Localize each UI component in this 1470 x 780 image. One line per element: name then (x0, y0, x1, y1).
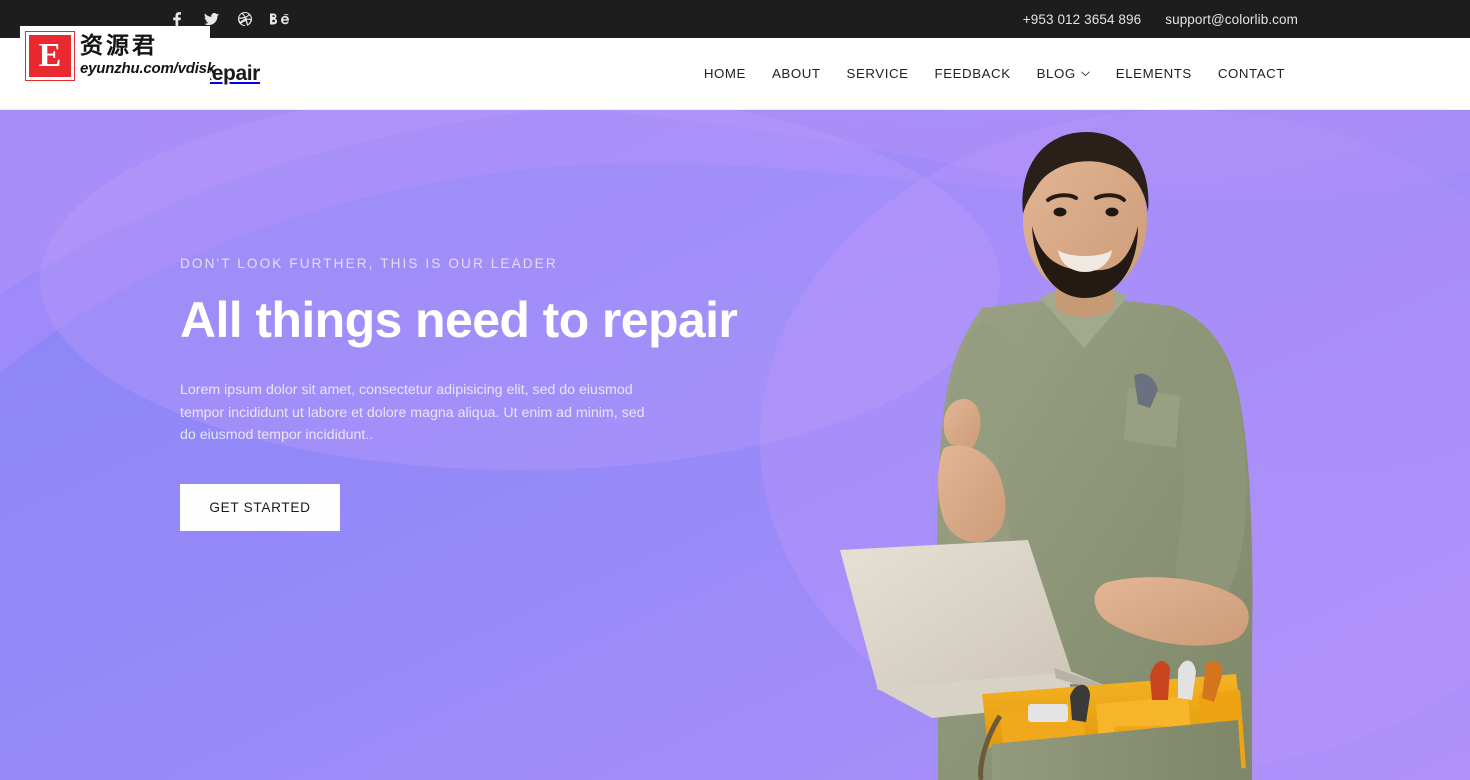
email-address[interactable]: support@colorlib.com (1165, 12, 1298, 27)
nav-label: CONTACT (1217, 66, 1285, 81)
nav-label: ABOUT (771, 66, 821, 81)
phone-number[interactable]: +953 012 3654 896 (1023, 12, 1141, 27)
hero-content: DON'T LOOK FURTHER, THIS IS OUR LEADER A… (0, 110, 1470, 780)
nav-label: ELEMENTS (1115, 66, 1192, 81)
get-started-button[interactable]: GET STARTED (180, 483, 340, 531)
nav-label: BLOG (1036, 66, 1076, 81)
main-navigation: HOME ABOUT SERVICE FEEDBACK BLOG ELEMENT… (691, 56, 1298, 91)
watermark-url: eyunzhu.com/vdisk (80, 60, 215, 77)
nav-item-elements[interactable]: ELEMENTS (1103, 56, 1205, 91)
watermark-title: 资源君 (80, 33, 158, 59)
nav-item-about[interactable]: ABOUT (759, 56, 834, 91)
nav-label: SERVICE (846, 66, 909, 81)
top-bar: +953 012 3654 896 support@colorlib.com (0, 0, 1470, 38)
nav-label: HOME (703, 66, 746, 81)
nav-item-contact[interactable]: CONTACT (1205, 56, 1298, 91)
dribbble-icon[interactable] (228, 2, 262, 36)
topbar-contact-info: +953 012 3654 896 support@colorlib.com (1023, 12, 1298, 27)
nav-label: FEEDBACK (934, 66, 1011, 81)
watermark-badge-letter: E (38, 36, 62, 74)
hero-title: All things need to repair (180, 292, 738, 348)
behance-icon[interactable] (262, 2, 296, 36)
watermark-text-group: 资源君 eyunzhu.com/vdisk (80, 33, 215, 77)
chevron-down-icon (1081, 70, 1090, 77)
hero-eyebrow: DON'T LOOK FURTHER, THIS IS OUR LEADER (180, 256, 558, 271)
site-header: Repair HOME ABOUT SERVICE FEEDBACK BLOG … (0, 38, 1470, 110)
nav-item-feedback[interactable]: FEEDBACK (922, 56, 1024, 91)
watermark-badge-icon: E (25, 30, 75, 81)
nav-item-service[interactable]: SERVICE (834, 56, 922, 91)
watermark-overlay: E 资源君 eyunzhu.com/vdisk (20, 26, 215, 85)
hero-description: Lorem ipsum dolor sit amet, consectetur … (180, 382, 645, 444)
hero-section: DON'T LOOK FURTHER, THIS IS OUR LEADER A… (0, 110, 1470, 780)
nav-item-blog[interactable]: BLOG (1024, 56, 1103, 91)
nav-item-home[interactable]: HOME (691, 56, 759, 91)
